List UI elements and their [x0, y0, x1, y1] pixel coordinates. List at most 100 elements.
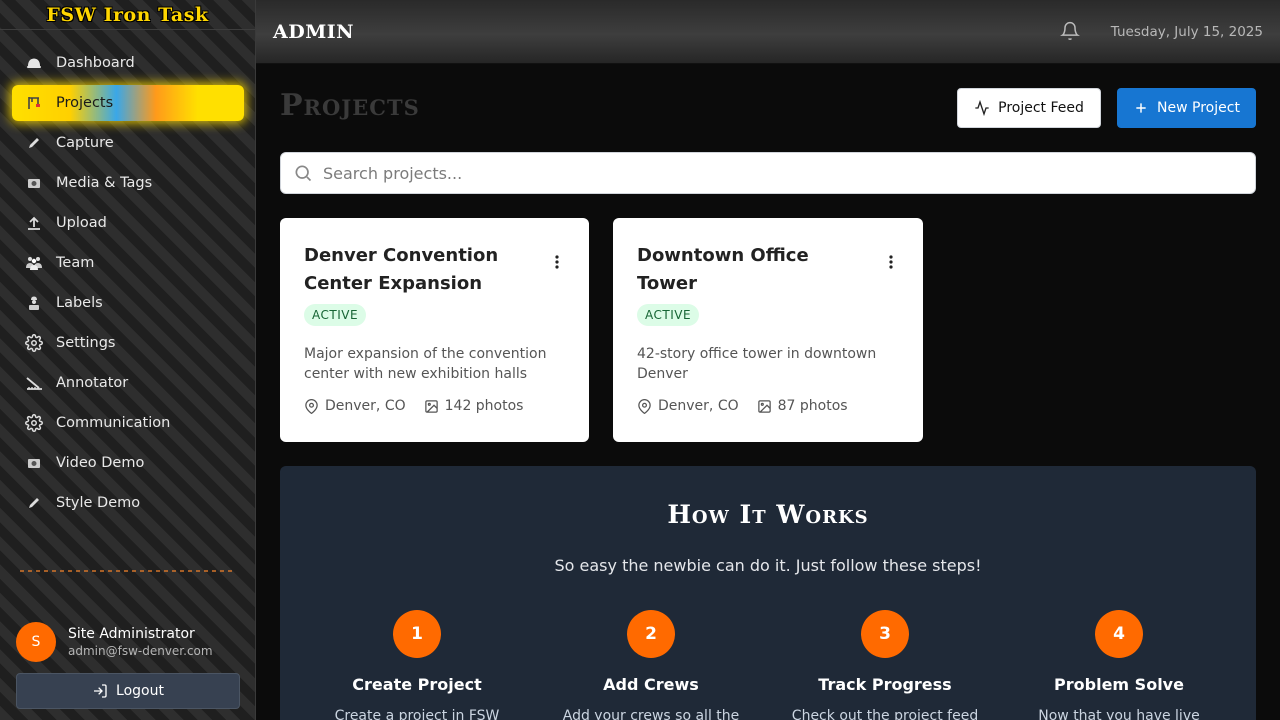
pencil-icon: [24, 133, 44, 153]
sidebar-item-label: Communication: [56, 415, 171, 431]
sidebar-nav: Dashboard Projects Capture Media & Tags …: [12, 43, 244, 523]
project-meta: Denver, CO 142 photos: [304, 398, 541, 414]
camera-icon: [24, 453, 44, 473]
project-title: Downtown Office Tower: [637, 245, 809, 294]
image-icon: [757, 399, 771, 413]
logout-label: Logout: [116, 683, 164, 699]
step-item: 4 Problem Solve Now that you have live: [1002, 610, 1236, 720]
gear-icon: [24, 333, 44, 353]
brand-name: FSW Iron Task: [46, 3, 209, 26]
project-meta: Denver, CO 87 photos: [637, 398, 866, 414]
more-options-icon[interactable]: [889, 254, 893, 273]
sidebar-item-capture[interactable]: Capture: [12, 123, 244, 163]
search-input[interactable]: [323, 163, 1223, 183]
step-description: Now that you have live: [1038, 708, 1200, 720]
sidebar-item-label: Capture: [56, 135, 114, 151]
project-card[interactable]: Denver Convention Center Expansion ACTIV…: [280, 218, 589, 442]
image-icon: [424, 399, 438, 413]
step-number: 2: [627, 610, 675, 658]
project-description: Major expansion of the convention center…: [304, 346, 547, 382]
step-item: 2 Add Crews Add your crews so all the: [534, 610, 768, 720]
logout-icon: [94, 684, 107, 698]
step-item: 1 Create Project Create a project in FSW…: [300, 610, 534, 720]
logout-button[interactable]: Logout: [16, 673, 240, 709]
sidebar-item-team[interactable]: Team: [12, 243, 244, 283]
search-bar: [280, 152, 1256, 194]
step-description: Create a project in FSW Iron: [334, 708, 500, 720]
step-description: Check out the project feed on: [791, 708, 979, 720]
sidebar-item-upload[interactable]: Upload: [12, 203, 244, 243]
page-title: Projects: [280, 88, 420, 123]
project-feed-label: Project Feed: [998, 100, 1084, 116]
avatar: S: [16, 622, 56, 662]
new-project-label: New Project: [1157, 100, 1240, 116]
project-location: Denver, CO: [658, 398, 739, 414]
step-title: Problem Solve: [1054, 675, 1184, 694]
project-photos: 142 photos: [444, 398, 524, 414]
step-number: 4: [1095, 610, 1143, 658]
sidebar-item-media-tags[interactable]: Media & Tags: [12, 163, 244, 203]
step-title: Create Project: [352, 675, 482, 694]
sidebar-item-settings[interactable]: Settings: [12, 323, 244, 363]
step-number: 1: [393, 610, 441, 658]
sidebar-item-label: Team: [56, 255, 95, 271]
team-icon: [24, 253, 44, 273]
sidebar-item-label: Annotator: [56, 375, 129, 391]
project-description: 42-story office tower in downtown Denver: [637, 346, 877, 382]
worker-icon: [24, 293, 44, 313]
project-title: Denver Convention Center Expansion: [304, 245, 499, 294]
brand-logo[interactable]: FSW Iron Task: [0, 0, 255, 30]
step-title: Add Crews: [603, 675, 699, 694]
how-it-works-section: How It Works So easy the newbie can do i…: [280, 466, 1256, 720]
more-options-icon[interactable]: [555, 254, 559, 273]
user-name: Site Administrator: [68, 626, 195, 642]
hardhat-icon: [24, 53, 44, 73]
ruler-icon: [24, 373, 44, 393]
project-feed-button[interactable]: Project Feed: [957, 88, 1101, 128]
crane-icon: [24, 93, 44, 113]
sidebar-item-label: Media & Tags: [56, 175, 153, 191]
sidebar-item-video-demo[interactable]: Video Demo: [12, 443, 244, 483]
sidebar-item-label: Dashboard: [56, 55, 135, 71]
sidebar-item-label: Video Demo: [56, 455, 145, 471]
how-it-works-title: How It Works: [667, 500, 869, 529]
upload-icon: [24, 213, 44, 233]
sidebar-item-projects[interactable]: Projects: [12, 85, 244, 121]
pencil-icon: [24, 493, 44, 513]
top-header: ADMIN Tuesday, July 15, 2025: [256, 0, 1280, 64]
sidebar-item-style-demo[interactable]: Style Demo: [12, 483, 244, 523]
sidebar-item-label: Projects: [56, 95, 114, 111]
gear-icon: [24, 413, 44, 433]
step-number: 3: [861, 610, 909, 658]
search-icon: [295, 165, 312, 182]
project-card[interactable]: Downtown Office Tower ACTIVE 42-story of…: [613, 218, 923, 442]
sidebar-item-label: Labels: [56, 295, 103, 311]
sidebar-item-dashboard[interactable]: Dashboard: [12, 43, 244, 83]
new-project-button[interactable]: New Project: [1117, 88, 1256, 128]
bell-icon[interactable]: [1060, 21, 1080, 45]
camera-icon: [24, 173, 44, 193]
sidebar-item-label: Settings: [56, 335, 116, 351]
sidebar: FSW Iron Task Dashboard Projects Capture…: [0, 0, 256, 720]
sidebar-item-annotator[interactable]: Annotator: [12, 363, 244, 403]
map-pin-icon: [305, 398, 318, 414]
map-pin-icon: [638, 398, 651, 414]
project-photos: 87 photos: [777, 398, 848, 414]
header-title: ADMIN: [273, 20, 355, 43]
sidebar-item-communication[interactable]: Communication: [12, 403, 244, 443]
step-item: 3 Track Progress Check out the project f…: [768, 610, 1002, 720]
status-badge: ACTIVE: [304, 304, 367, 326]
step-title: Track Progress: [818, 675, 952, 694]
user-profile: S Site Administrator admin@fsw-denver.co…: [16, 622, 213, 662]
step-description: Add your crews so all the: [562, 708, 740, 720]
user-email: admin@fsw-denver.com: [68, 644, 213, 658]
sidebar-item-label: Upload: [56, 215, 107, 231]
project-location: Denver, CO: [325, 398, 406, 414]
sidebar-item-label: Style Demo: [56, 495, 141, 511]
activity-icon: [975, 100, 989, 116]
sidebar-item-labels[interactable]: Labels: [12, 283, 244, 323]
sidebar-divider: [20, 570, 236, 572]
status-badge: ACTIVE: [637, 304, 700, 326]
how-it-works-subtitle: So easy the newbie can do it. Just follo…: [554, 556, 982, 575]
plus-icon: [1136, 103, 1146, 113]
